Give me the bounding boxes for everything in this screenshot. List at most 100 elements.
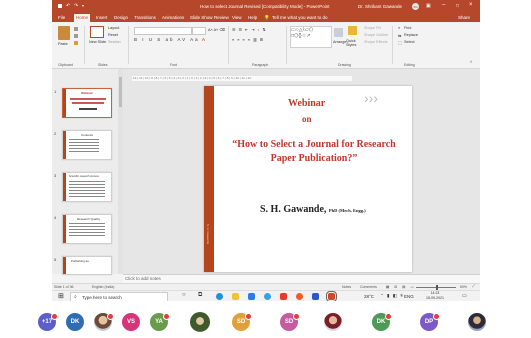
- tab-review[interactable]: Review: [214, 15, 229, 20]
- user-avatar[interactable]: SG: [412, 3, 419, 10]
- store-icon[interactable]: [248, 293, 255, 300]
- arrange-icon[interactable]: [334, 28, 343, 37]
- shape-fill-button[interactable]: Shape Fill: [364, 26, 381, 30]
- comments-button[interactable]: Comments: [360, 285, 377, 289]
- participant-avatar[interactable]: VS: [122, 313, 140, 331]
- search-icon: ⌕: [74, 294, 77, 300]
- thumbnail-title: Research Quality: [77, 217, 101, 221]
- tab-help[interactable]: Help: [248, 15, 257, 20]
- app-icon-red[interactable]: [280, 293, 287, 300]
- cut-icon[interactable]: [74, 27, 78, 31]
- copy-icon[interactable]: [74, 34, 78, 38]
- paste-label[interactable]: Paste: [58, 42, 68, 46]
- cortana-icon[interactable]: ○: [182, 292, 186, 298]
- slide-thumbnail-4[interactable]: Research Quality: [62, 214, 112, 244]
- arrange-button[interactable]: Arrange: [333, 40, 347, 44]
- muted-mic-icon: [107, 313, 114, 320]
- notifications-icon[interactable]: ▭: [462, 293, 467, 299]
- tab-design[interactable]: Design: [114, 15, 128, 20]
- slide-thumbnail-5[interactable]: Publishing as: [62, 256, 112, 275]
- maximize-icon[interactable]: □: [456, 3, 459, 9]
- participant-photo-avatar[interactable]: [324, 313, 342, 331]
- powerpoint-taskbar-icon[interactable]: [326, 291, 337, 302]
- taskbar-search-placeholder[interactable]: Type here to search: [82, 295, 122, 300]
- tab-animations[interactable]: Animations: [162, 15, 184, 20]
- tell-me-search[interactable]: Tell me what you want to do: [272, 15, 328, 20]
- scrollbar-thumb[interactable]: [119, 77, 122, 107]
- slide-thumbnail-2[interactable]: Contents: [62, 130, 112, 160]
- list-icons[interactable]: ☰ ☰ ⇤ ⇥ ↕ ⇅: [232, 27, 267, 32]
- reset-button[interactable]: Reset: [108, 33, 118, 37]
- view-buttons[interactable]: ▦ ⊞ ▤ ▭: [386, 285, 416, 289]
- clock-time[interactable]: 14:23: [420, 291, 450, 295]
- format-painter-icon[interactable]: [74, 41, 78, 45]
- zoom-app-icon[interactable]: [264, 293, 271, 300]
- layout-button[interactable]: Layout: [108, 26, 119, 30]
- replace-icon[interactable]: ⇆: [398, 33, 401, 38]
- user-name[interactable]: Dr. Shrikant Gawande: [358, 4, 402, 9]
- slide-side-bar: S. H. Gawande: [204, 86, 214, 272]
- separator: [392, 26, 393, 64]
- save-icon[interactable]: [58, 4, 62, 8]
- font-color-icon[interactable]: A: [202, 37, 205, 42]
- find-icon[interactable]: ⌕: [398, 26, 400, 30]
- quick-styles-icon[interactable]: [348, 26, 357, 35]
- shape-outline-button[interactable]: Shape Outline: [364, 33, 388, 37]
- thumbnail-bar: [63, 215, 66, 243]
- collapse-ribbon-icon[interactable]: ˄: [470, 60, 472, 64]
- new-slide-icon[interactable]: [90, 26, 104, 38]
- tab-insert[interactable]: Insert: [96, 15, 107, 20]
- clock-date[interactable]: 15-09-2021: [420, 296, 450, 300]
- font-format-icons[interactable]: B I U S ab AV Aa: [134, 37, 200, 42]
- windows-start-icon[interactable]: ⊞: [58, 293, 65, 300]
- status-bar: Slide 1 of 36 English (India) Notes Comm…: [52, 283, 480, 290]
- tab-home[interactable]: Home: [74, 14, 91, 22]
- font-size-box[interactable]: [192, 27, 206, 35]
- font-grow-icon[interactable]: A˄ A˅ ⌫: [208, 27, 225, 32]
- tab-view[interactable]: View: [232, 15, 242, 20]
- shape-effects-button[interactable]: Shape Effects: [364, 40, 388, 44]
- share-button[interactable]: Share: [458, 15, 470, 20]
- notes-placeholder[interactable]: Click to add notes: [125, 276, 161, 281]
- new-slide-label[interactable]: New Slide: [89, 40, 106, 44]
- language-indicator[interactable]: ENG: [404, 294, 414, 299]
- minimize-icon[interactable]: –: [442, 2, 445, 8]
- file-explorer-icon[interactable]: [232, 293, 239, 300]
- qat-dropdown-icon[interactable]: ▾: [82, 3, 84, 8]
- slide-thumbnail-3[interactable]: Scientific research process: [62, 172, 112, 202]
- align-icons[interactable]: ≡ ≡ ≡ ≡ ▥ ⊞: [232, 37, 264, 42]
- notes-button[interactable]: Notes: [342, 285, 351, 289]
- slide-heading-webinar: Webinar: [288, 98, 326, 109]
- participant-avatar[interactable]: DK: [66, 313, 84, 331]
- section-button[interactable]: Section: [108, 40, 121, 44]
- edge-icon[interactable]: [216, 293, 223, 300]
- fit-slide-icon[interactable]: ⤢: [472, 284, 475, 288]
- weather-status[interactable]: 28°C: [364, 294, 374, 299]
- shapes-gallery[interactable]: ▭○△⌇▱⬠ □⬡{}☆↗: [290, 26, 332, 48]
- slide[interactable]: S. H. Gawande ››› Webinar on “How to Sel…: [204, 86, 412, 272]
- tab-slide-show[interactable]: Slide Show: [190, 15, 213, 20]
- redo-icon[interactable]: ↷: [74, 3, 78, 9]
- participant-photo-avatar[interactable]: [190, 312, 210, 332]
- undo-icon[interactable]: ↶: [66, 3, 70, 9]
- firefox-icon[interactable]: [296, 293, 303, 300]
- tab-file[interactable]: File: [58, 15, 65, 20]
- teams-icon[interactable]: [312, 293, 319, 300]
- quick-styles-button[interactable]: Quick Styles: [346, 39, 360, 47]
- slide-thumbnail-1[interactable]: Webinar: [62, 88, 112, 118]
- task-view-icon[interactable]: ⧉: [198, 292, 202, 299]
- zoom-level[interactable]: 69%: [460, 285, 467, 289]
- select-button[interactable]: Select: [404, 40, 415, 44]
- lightbulb-icon: 💡: [264, 15, 270, 20]
- tray-icons[interactable]: ⌃ ▮ ◧ ⌾: [380, 293, 404, 299]
- replace-button[interactable]: Replace: [404, 33, 418, 37]
- ribbon-display-icon[interactable]: ▣: [426, 3, 431, 9]
- language-status[interactable]: English (India): [92, 285, 114, 289]
- close-icon[interactable]: ×: [469, 2, 473, 8]
- font-name-box[interactable]: [134, 27, 192, 35]
- tab-transitions[interactable]: Transitions: [134, 15, 156, 20]
- participant-photo-avatar[interactable]: [468, 313, 486, 331]
- paste-icon[interactable]: [58, 26, 70, 40]
- select-icon[interactable]: ⬚: [398, 40, 402, 45]
- find-button[interactable]: Find: [404, 26, 411, 30]
